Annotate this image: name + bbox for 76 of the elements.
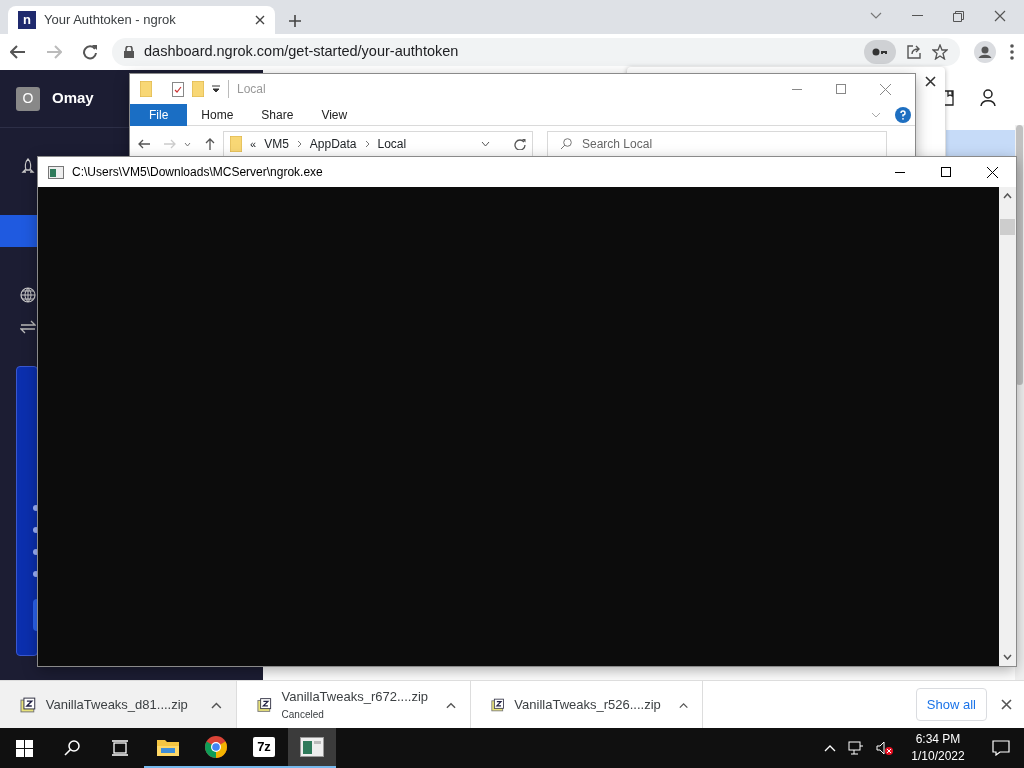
maximize-icon[interactable] bbox=[941, 167, 951, 177]
close-icon[interactable] bbox=[925, 76, 936, 87]
scroll-up-icon[interactable] bbox=[1003, 193, 1012, 199]
caret-icon[interactable] bbox=[678, 701, 688, 709]
tab-title: Your Authtoken - ngrok bbox=[44, 11, 177, 30]
breadcrumb-item[interactable]: AppData bbox=[309, 135, 357, 153]
address-bar[interactable]: dashboard.ngrok.com/get-started/your-authtoken bbox=[112, 38, 960, 66]
console-app-icon[interactable] bbox=[288, 728, 336, 768]
reload-icon[interactable] bbox=[82, 44, 98, 60]
browser-tab[interactable]: n Your Authtoken - ngrok bbox=[8, 6, 275, 34]
network-icon[interactable] bbox=[848, 741, 864, 755]
up-icon[interactable] bbox=[205, 138, 215, 150]
breadcrumb-item[interactable]: VM5 bbox=[264, 135, 289, 153]
download-item[interactable]: VanillaTweaks_d81....zip bbox=[0, 681, 237, 729]
refresh-icon[interactable] bbox=[514, 138, 526, 150]
key-icon[interactable] bbox=[864, 40, 896, 64]
ribbon-tab[interactable]: File bbox=[130, 103, 188, 126]
user-avatar: O bbox=[16, 86, 40, 111]
file-name: VanillaTweaks_r526....zip bbox=[514, 697, 661, 713]
tray-expand-icon[interactable] bbox=[824, 744, 836, 752]
overflow-chevron[interactable]: « bbox=[250, 135, 257, 153]
file-name: VanillaTweaks_r672....zip bbox=[281, 689, 428, 705]
user-name: Omay bbox=[52, 88, 94, 109]
ribbon-tab[interactable]: View bbox=[307, 103, 362, 126]
scroll-down-icon[interactable] bbox=[1003, 654, 1012, 660]
caret-icon[interactable] bbox=[211, 701, 222, 709]
share-icon[interactable] bbox=[906, 44, 922, 60]
search-placeholder: Search Local bbox=[582, 136, 653, 153]
download-status: Canceled bbox=[281, 708, 325, 721]
notification-icon[interactable] bbox=[992, 740, 1010, 756]
back-icon[interactable] bbox=[138, 139, 150, 149]
chevron-icon[interactable] bbox=[364, 140, 370, 148]
chevron-icon[interactable] bbox=[296, 140, 302, 148]
help-icon[interactable] bbox=[895, 106, 911, 123]
minimize-icon[interactable] bbox=[895, 171, 905, 173]
console-app-icon bbox=[48, 165, 64, 179]
archive-file-icon bbox=[20, 697, 36, 713]
clock-time[interactable]: 6:34 PM bbox=[906, 731, 970, 748]
highlight-panel bbox=[946, 130, 1016, 158]
show-all-button[interactable]: Show all bbox=[915, 687, 987, 722]
ribbon-tab[interactable]: Home bbox=[187, 103, 248, 126]
tab-search-icon[interactable] bbox=[870, 12, 882, 20]
url-text: dashboard.ngrok.com/get-started/your-authtoken bbox=[144, 42, 460, 62]
search-icon bbox=[560, 138, 572, 150]
dropdown-icon[interactable] bbox=[481, 141, 490, 147]
breadcrumb-item[interactable]: Local bbox=[377, 135, 407, 153]
clock-date[interactable]: 1/10/2022 bbox=[906, 748, 970, 765]
window-title: Local bbox=[228, 80, 266, 98]
muted-speaker-icon[interactable] bbox=[876, 741, 894, 755]
active-nav-item[interactable] bbox=[0, 215, 40, 247]
close-icon[interactable] bbox=[255, 15, 265, 25]
back-icon[interactable] bbox=[10, 45, 26, 59]
restore-icon[interactable] bbox=[953, 10, 964, 22]
window-title: C:\Users\VM5\Downloads\MCServer\ngrok.exe bbox=[72, 164, 323, 181]
rocket-icon[interactable] bbox=[21, 158, 35, 174]
star-icon[interactable] bbox=[932, 44, 948, 60]
recent-dropdown-icon[interactable] bbox=[184, 141, 191, 147]
new-tab-icon[interactable] bbox=[289, 15, 301, 27]
ribbon-tab[interactable]: Share bbox=[247, 103, 308, 126]
profile-avatar-icon[interactable] bbox=[974, 41, 996, 63]
properties-icon[interactable] bbox=[172, 81, 184, 97]
archive-file-icon bbox=[257, 697, 272, 713]
folder-icon bbox=[140, 81, 152, 97]
globe-icon[interactable] bbox=[20, 287, 36, 303]
dropdown-icon[interactable] bbox=[212, 85, 220, 93]
archive-file-icon bbox=[491, 697, 505, 713]
ngrok-logo-icon: n bbox=[18, 11, 36, 29]
swap-arrows-icon[interactable] bbox=[20, 320, 36, 334]
close-icon[interactable] bbox=[1001, 699, 1012, 710]
folder-icon bbox=[230, 136, 242, 152]
person-icon[interactable] bbox=[980, 89, 996, 107]
lock-icon bbox=[124, 46, 134, 58]
menu-icon[interactable] bbox=[1010, 44, 1014, 60]
file-name: VanillaTweaks_d81....zip bbox=[45, 697, 189, 713]
close-icon[interactable] bbox=[987, 166, 998, 178]
caret-icon[interactable] bbox=[446, 701, 456, 709]
